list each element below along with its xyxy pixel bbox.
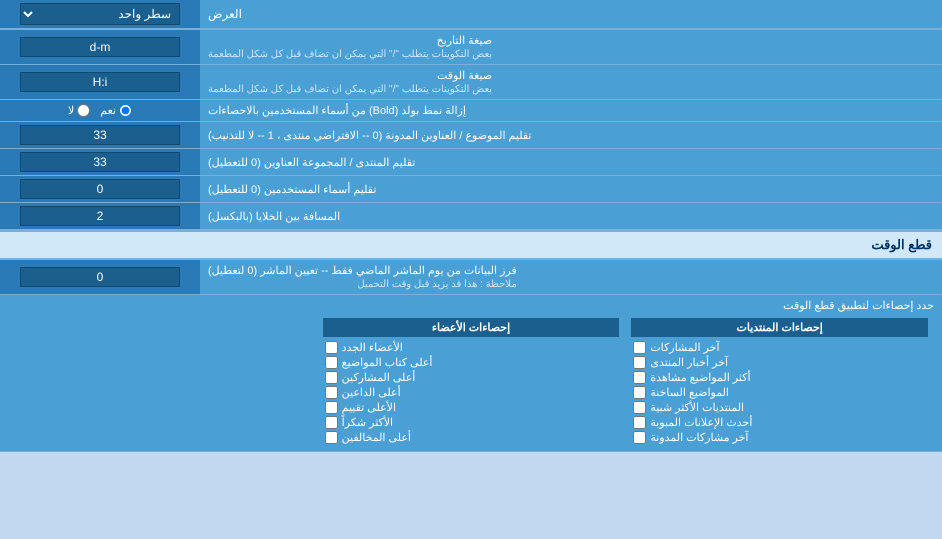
bold-no-radio[interactable] bbox=[77, 104, 90, 117]
top-inviters-checkbox[interactable] bbox=[325, 386, 338, 399]
blog-posts-item: آخر مشاركات المدونة bbox=[631, 430, 928, 445]
time-section-header: قطع الوقت bbox=[0, 230, 942, 260]
usernames-input[interactable] bbox=[20, 179, 180, 199]
usernames-row: تقليم أسماء المستخدمين (0 للتعطيل) bbox=[0, 176, 942, 203]
top-violators-item: أعلى المخالفين bbox=[323, 430, 620, 445]
most-viewed-item: أكثر المواضيع مشاهدة bbox=[631, 370, 928, 385]
time-cut-input[interactable] bbox=[20, 267, 180, 287]
latest-classifieds-item: أحدث الإعلانات المبوبة bbox=[631, 415, 928, 430]
cell-distance-row: المسافة بين الخلايا (بالبكسل) bbox=[0, 203, 942, 230]
empty-col bbox=[8, 316, 317, 447]
date-format-label: صيغة التاريخ بعض التكوينات يتطلب "/" الت… bbox=[200, 30, 942, 64]
checkboxes-section: حدد إحصاءات لتطبيق قطع الوقت إحصاءات الم… bbox=[0, 295, 942, 452]
hot-topics-item: المواضيع الساخنة bbox=[631, 385, 928, 400]
forum-address-row: تقليم المنتدى / المجموعة العناوين (0 للت… bbox=[0, 149, 942, 176]
time-format-row: صيغة الوقت بعض التكوينات يتطلب "/" التي … bbox=[0, 65, 942, 100]
time-cut-input-cell bbox=[0, 260, 200, 294]
forum-news-item: آخر أخبار المنتدى bbox=[631, 355, 928, 370]
last-posts-checkbox[interactable] bbox=[633, 341, 646, 354]
forum-address-input[interactable] bbox=[20, 152, 180, 172]
display-row: العرض سطر واحد سطرين ثلاثة أسطر bbox=[0, 0, 942, 30]
top-topic-writers-checkbox[interactable] bbox=[325, 356, 338, 369]
forums-stats-header: إحصاءات المنتديات bbox=[631, 318, 928, 337]
blog-posts-checkbox[interactable] bbox=[633, 431, 646, 444]
date-format-row: صيغة التاريخ بعض التكوينات يتطلب "/" الت… bbox=[0, 30, 942, 65]
subject-address-input-cell bbox=[0, 122, 200, 148]
hot-topics-checkbox[interactable] bbox=[633, 386, 646, 399]
time-format-input[interactable] bbox=[20, 72, 180, 92]
most-similar-checkbox[interactable] bbox=[633, 401, 646, 414]
forum-address-label: تقليم المنتدى / المجموعة العناوين (0 للت… bbox=[200, 149, 942, 175]
date-format-input[interactable] bbox=[20, 37, 180, 57]
top-rated-item: الأعلى تقييم bbox=[323, 400, 620, 415]
stats-section-title: حدد إحصاءات لتطبيق قطع الوقت bbox=[8, 299, 934, 312]
forums-stats-col: إحصاءات المنتديات آخر المشاركات آخر أخبا… bbox=[625, 316, 934, 447]
usernames-label: تقليم أسماء المستخدمين (0 للتعطيل) bbox=[200, 176, 942, 202]
subject-address-row: تقليم الموضوع / العناوين المدونة (0 -- ا… bbox=[0, 122, 942, 149]
date-format-input-cell bbox=[0, 30, 200, 64]
checkbox-columns: إحصاءات المنتديات آخر المشاركات آخر أخبا… bbox=[8, 316, 934, 447]
display-select[interactable]: سطر واحد سطرين ثلاثة أسطر bbox=[20, 3, 180, 25]
top-participants-checkbox[interactable] bbox=[325, 371, 338, 384]
members-stats-col: إحصاءات الأعضاء الأعضاء الجدد أعلى كتاب … bbox=[317, 316, 626, 447]
time-cut-label: فرز البيانات من يوم الماشر الماضي فقط --… bbox=[200, 260, 942, 294]
new-members-item: الأعضاء الجدد bbox=[323, 340, 620, 355]
members-stats-header: إحصاءات الأعضاء bbox=[323, 318, 620, 337]
most-viewed-checkbox[interactable] bbox=[633, 371, 646, 384]
most-thanked-checkbox[interactable] bbox=[325, 416, 338, 429]
subject-address-label: تقليم الموضوع / العناوين المدونة (0 -- ا… bbox=[200, 122, 942, 148]
bold-remove-row: إزالة نمط بولد (Bold) من أسماء المستخدمي… bbox=[0, 100, 942, 122]
new-members-checkbox[interactable] bbox=[325, 341, 338, 354]
top-topic-writers-item: أعلى كتاب المواضيع bbox=[323, 355, 620, 370]
most-similar-item: المنتديات الأكثر شبية bbox=[631, 400, 928, 415]
usernames-input-cell bbox=[0, 176, 200, 202]
bold-yes-radio[interactable] bbox=[119, 104, 132, 117]
forum-address-input-cell bbox=[0, 149, 200, 175]
forum-news-checkbox[interactable] bbox=[633, 356, 646, 369]
top-inviters-item: أعلى الداعين bbox=[323, 385, 620, 400]
time-format-label: صيغة الوقت بعض التكوينات يتطلب "/" التي … bbox=[200, 65, 942, 99]
top-violators-checkbox[interactable] bbox=[325, 431, 338, 444]
display-label: العرض bbox=[200, 0, 942, 29]
cell-distance-input[interactable] bbox=[20, 206, 180, 226]
time-cut-row: فرز البيانات من يوم الماشر الماضي فقط --… bbox=[0, 260, 942, 295]
bold-no-label[interactable]: لا bbox=[68, 104, 90, 117]
subject-address-input[interactable] bbox=[20, 125, 180, 145]
cell-distance-label: المسافة بين الخلايا (بالبكسل) bbox=[200, 203, 942, 229]
time-format-input-cell bbox=[0, 65, 200, 99]
latest-classifieds-checkbox[interactable] bbox=[633, 416, 646, 429]
top-participants-item: أعلى المشاركين bbox=[323, 370, 620, 385]
bold-remove-label: إزالة نمط بولد (Bold) من أسماء المستخدمي… bbox=[200, 100, 942, 121]
main-container: العرض سطر واحد سطرين ثلاثة أسطر صيغة الت… bbox=[0, 0, 942, 452]
last-posts-item: آخر المشاركات bbox=[631, 340, 928, 355]
top-rated-checkbox[interactable] bbox=[325, 401, 338, 414]
bold-yes-label[interactable]: نعم bbox=[100, 104, 132, 117]
bold-remove-radio-cell: نعم لا bbox=[0, 100, 200, 121]
display-select-cell: سطر واحد سطرين ثلاثة أسطر bbox=[0, 0, 200, 29]
cell-distance-input-cell bbox=[0, 203, 200, 229]
most-thanked-item: الأكثر شكراً bbox=[323, 415, 620, 430]
